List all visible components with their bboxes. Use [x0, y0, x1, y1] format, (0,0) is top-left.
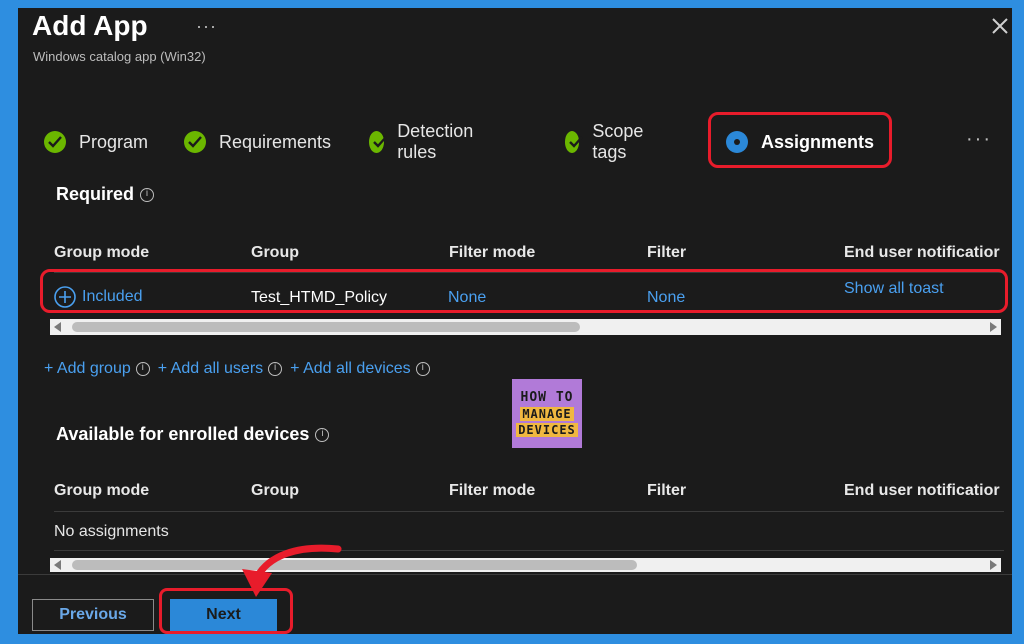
add-app-panel: Add App ··· Windows catalog app (Win32) …: [18, 8, 1012, 634]
col-group-mode[interactable]: Group mode: [54, 482, 149, 500]
col-group-mode[interactable]: Group mode: [54, 244, 149, 262]
info-icon[interactable]: [140, 187, 155, 202]
previous-button[interactable]: Previous: [32, 599, 154, 631]
col-filter-mode[interactable]: Filter mode: [449, 482, 535, 500]
col-group[interactable]: Group: [251, 482, 299, 500]
check-circle-icon: [184, 131, 206, 153]
assignments-highlight: [708, 112, 892, 168]
footer-divider: [18, 574, 1012, 575]
add-all-users-link[interactable]: + Add all users: [158, 360, 263, 378]
horizontal-scrollbar[interactable]: [50, 319, 1001, 335]
arrow-pointer-icon: [242, 544, 342, 597]
logo-line3: DEVICES: [516, 423, 578, 437]
required-heading: Required: [56, 184, 155, 205]
step-requirements[interactable]: Requirements: [184, 126, 331, 158]
scroll-left-icon[interactable]: [54, 560, 61, 570]
step-detection-rules[interactable]: Detection rules: [369, 121, 480, 162]
check-circle-icon: [565, 131, 583, 153]
close-icon[interactable]: [988, 14, 1012, 38]
page-title: Add App: [32, 10, 148, 41]
logo-line1: HOW TO: [520, 390, 574, 405]
horizontal-scrollbar[interactable]: [50, 558, 1001, 572]
col-filter-mode[interactable]: Filter mode: [449, 244, 535, 262]
check-circle-icon: [369, 131, 387, 153]
required-heading-text: Required: [56, 184, 135, 204]
add-group-link[interactable]: + Add group: [44, 360, 131, 378]
logo-line2: MANAGE: [520, 407, 574, 421]
step-program[interactable]: Program: [44, 126, 148, 158]
scroll-thumb[interactable]: [72, 322, 580, 332]
info-icon[interactable]: [315, 427, 330, 442]
step-label: Scope tags: [592, 121, 644, 162]
col-end-user-notification[interactable]: End user notificatior: [844, 244, 1000, 262]
table-divider: [54, 511, 1004, 512]
step-label: Requirements: [219, 131, 332, 152]
info-icon[interactable]: [135, 362, 150, 376]
col-filter[interactable]: Filter: [647, 482, 686, 500]
available-heading: Available for enrolled devices: [56, 424, 330, 445]
info-icon[interactable]: [268, 362, 283, 376]
scroll-right-icon[interactable]: [990, 560, 997, 570]
watermark-logo: HOW TO MANAGE DEVICES: [512, 379, 582, 448]
row-highlight: [40, 269, 1008, 313]
check-circle-icon: [44, 131, 66, 153]
steps-more-button[interactable]: ···: [966, 128, 992, 151]
add-all-devices-link[interactable]: + Add all devices: [290, 360, 411, 378]
table-divider: [54, 550, 1004, 551]
col-end-user-notification[interactable]: End user notificatior: [844, 482, 1000, 500]
add-links: + Add group + Add all users + Add all de…: [44, 360, 438, 378]
page-subtitle: Windows catalog app (Win32): [33, 49, 206, 64]
available-heading-text: Available for enrolled devices: [56, 424, 310, 444]
col-group[interactable]: Group: [251, 244, 299, 262]
scroll-left-icon[interactable]: [54, 322, 61, 332]
empty-state: No assignments: [54, 523, 169, 540]
header-more-button[interactable]: ···: [196, 16, 217, 37]
scroll-right-icon[interactable]: [990, 322, 997, 332]
step-scope-tags[interactable]: Scope tags: [565, 121, 651, 162]
step-label: Program: [79, 131, 149, 152]
info-icon[interactable]: [415, 362, 430, 376]
scroll-thumb[interactable]: [72, 560, 637, 570]
step-label: Detection rules: [397, 121, 474, 162]
col-filter[interactable]: Filter: [647, 244, 686, 262]
